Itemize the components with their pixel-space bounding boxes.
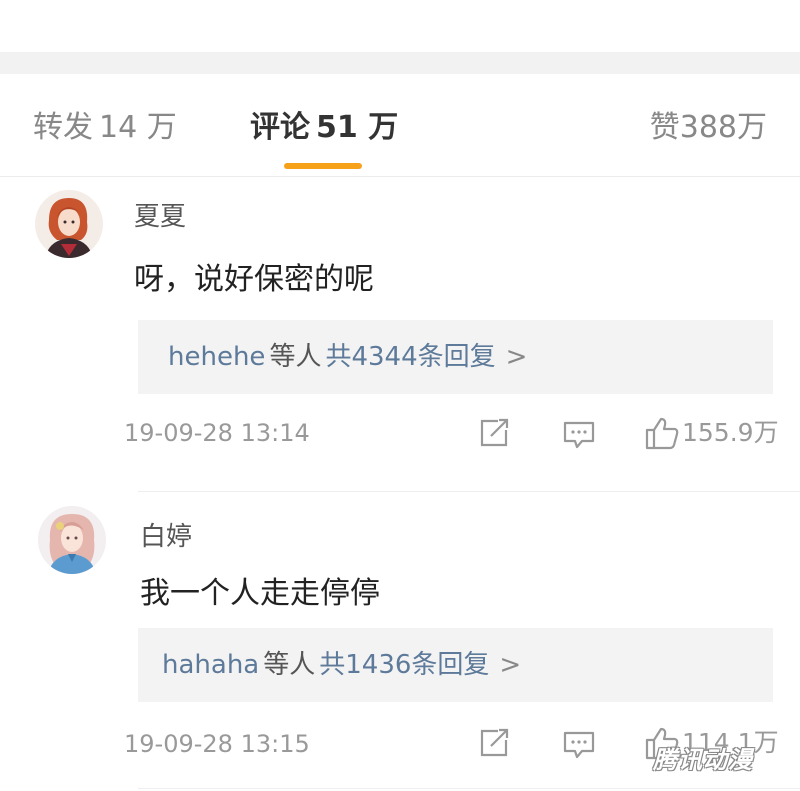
tab-like-label: 赞 (649, 110, 680, 145)
username[interactable]: 白婷 (140, 516, 192, 553)
chevron-right-icon: > (499, 650, 522, 680)
reply-summary-text: hahaha 等人 共1436条回复 > (162, 646, 521, 684)
reply-total[interactable]: 共4344条回复 (325, 342, 495, 372)
watermark-logo: 腾讯动漫 (653, 746, 753, 774)
reply-summary[interactable]: hahaha 等人 共1436条回复 > (138, 628, 773, 702)
section-separator (0, 52, 800, 74)
reply-others: 等人 (269, 342, 322, 372)
comment-timestamp: 19-09-28 13:14 (124, 419, 310, 447)
tab-comment[interactable]: 评论 51 万 (250, 108, 398, 148)
share-icon[interactable] (478, 728, 512, 758)
reply-others: 等人 (263, 650, 316, 680)
share-icon[interactable] (478, 418, 512, 448)
tab-like-count: 388万 (679, 110, 767, 145)
tab-comment-label: 评论 (250, 110, 310, 145)
avatar[interactable] (35, 190, 103, 258)
tab-bar: 转发 14 万 评论 51 万 赞388万 (0, 74, 800, 177)
reply-summary-text: hehehe 等人 共4344条回复 > (168, 338, 527, 376)
active-tab-indicator (284, 163, 362, 169)
tab-comment-count: 51 万 (316, 110, 399, 145)
thumbs-up-icon (645, 417, 679, 450)
username[interactable]: 夏夏 (134, 196, 186, 233)
comment-divider (138, 491, 800, 492)
tab-repost-count: 14 万 (99, 110, 177, 145)
comment-text: 呀，说好保密的呢 (134, 262, 374, 297)
avatar[interactable] (38, 506, 106, 574)
reply-user[interactable]: hahaha (162, 650, 259, 680)
like-button[interactable]: 155.9万 (644, 416, 784, 450)
comment-icon[interactable] (562, 730, 596, 760)
top-area (0, 0, 800, 52)
chevron-right-icon: > (505, 342, 528, 372)
tab-like[interactable]: 赞388万 (650, 108, 767, 148)
comment-divider (138, 788, 800, 789)
comment-icon[interactable] (562, 420, 596, 450)
reply-user[interactable]: hehehe (168, 342, 265, 372)
comment-timestamp: 19-09-28 13:15 (124, 730, 310, 758)
tab-repost[interactable]: 转发 14 万 (33, 108, 177, 148)
like-count: 155.9万 (682, 418, 779, 447)
reply-total[interactable]: 共1436条回复 (319, 650, 489, 680)
tab-repost-label: 转发 (33, 110, 93, 145)
comment-text: 我一个人走走停停 (140, 576, 380, 611)
reply-summary[interactable]: hehehe 等人 共4344条回复 > (138, 320, 773, 394)
